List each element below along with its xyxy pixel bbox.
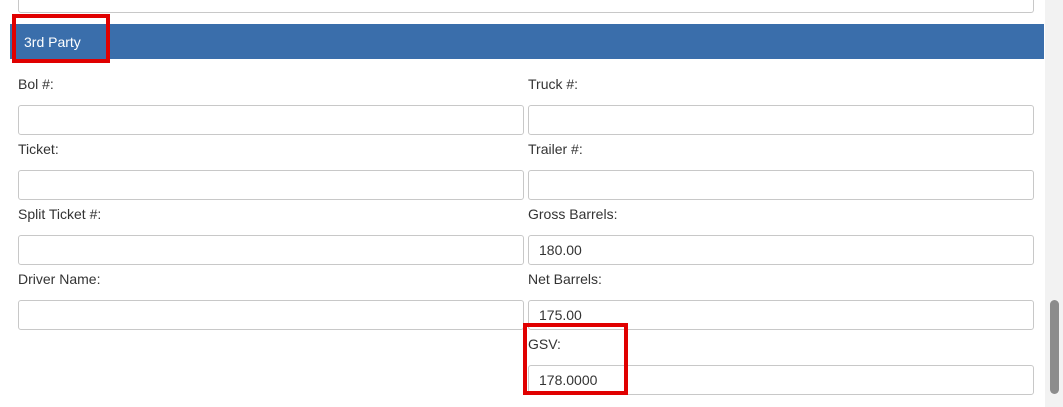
net-barrels-input[interactable] [528, 300, 1034, 330]
bol-field: Bol #: [18, 76, 524, 135]
driver-name-field: Driver Name: [18, 271, 524, 330]
vertical-scrollbar[interactable] [1045, 0, 1063, 407]
truck-label: Truck #: [528, 76, 579, 92]
ticket-input[interactable] [18, 170, 524, 200]
bol-input[interactable] [18, 105, 524, 135]
gross-barrels-label: Gross Barrels: [528, 206, 618, 222]
truck-input[interactable] [528, 105, 1034, 135]
section-header-3rd-party[interactable]: 3rd Party [10, 24, 1044, 59]
gross-barrels-field: Gross Barrels: [528, 206, 1034, 265]
net-barrels-field: Net Barrels: [528, 271, 1034, 330]
truck-field: Truck #: [528, 76, 1034, 135]
ticket-label: Ticket: [18, 141, 59, 157]
split-ticket-label: Split Ticket #: [18, 206, 102, 222]
ticket-field: Ticket: [18, 141, 524, 200]
bol-label: Bol #: [18, 76, 54, 92]
gross-barrels-input[interactable] [528, 235, 1034, 265]
previous-field-input[interactable] [18, 0, 1034, 13]
split-ticket-field: Split Ticket #: [18, 206, 524, 265]
trailer-label: Trailer #: [528, 141, 583, 157]
gsv-input[interactable] [528, 365, 1034, 395]
gsv-field: GSV: [528, 336, 1034, 395]
trailer-field: Trailer #: [528, 141, 1034, 200]
scrollbar-thumb[interactable] [1050, 300, 1059, 394]
trailer-input[interactable] [528, 170, 1034, 200]
gsv-label: GSV: [528, 336, 561, 352]
section-title: 3rd Party [24, 34, 81, 50]
net-barrels-label: Net Barrels: [528, 271, 602, 287]
driver-name-label: Driver Name: [18, 271, 101, 287]
split-ticket-input[interactable] [18, 235, 524, 265]
driver-name-input[interactable] [18, 300, 524, 330]
